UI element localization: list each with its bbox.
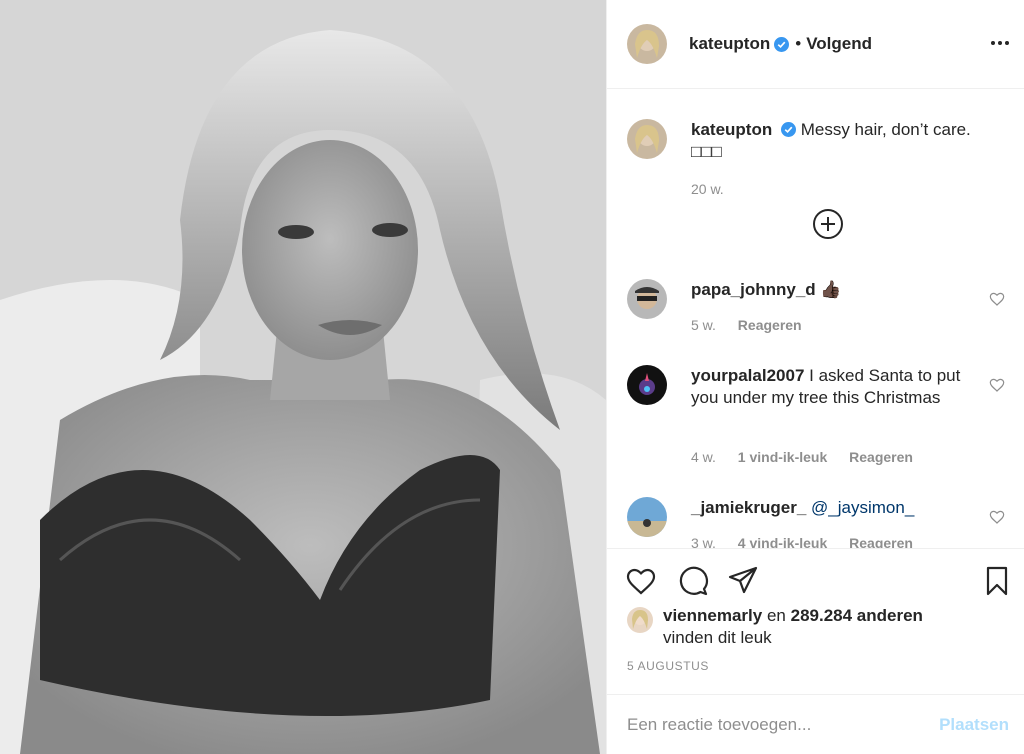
reply-button[interactable]: Reageren: [849, 449, 913, 465]
likes-suffix: vinden dit leuk: [663, 628, 772, 647]
commenter-avatar[interactable]: [627, 365, 667, 405]
reply-button[interactable]: Reageren: [738, 317, 802, 333]
comment-likes[interactable]: 4 vind-ik-leuk: [738, 535, 827, 548]
author-avatar[interactable]: [627, 24, 667, 64]
reply-button[interactable]: Reageren: [849, 535, 913, 548]
more-horizontal-icon[interactable]: [989, 32, 1011, 54]
comment-item: yourpalal2007 I asked Santa to put you u…: [627, 365, 1007, 465]
caption-body: kateupton Messy hair, don’t care. □□□: [691, 119, 991, 163]
caption-username[interactable]: kateupton: [691, 120, 772, 139]
caption-text: Messy hair, don’t care.: [800, 120, 971, 139]
follow-status-button[interactable]: Volgend: [806, 34, 872, 54]
commenter-avatar[interactable]: [627, 497, 667, 537]
comment-mention[interactable]: @_jaysimon_: [811, 498, 914, 517]
caption-meta: 20 w.: [691, 181, 742, 197]
heart-icon[interactable]: [989, 291, 1005, 307]
caption-emoji-line: □□□: [691, 142, 722, 161]
liker-avatar[interactable]: [627, 607, 653, 633]
commenter-avatar[interactable]: [627, 279, 667, 319]
comment-text: 👍🏿: [820, 280, 842, 299]
comment-meta: 4 w. 1 vind-ik-leuk Reageren: [691, 449, 931, 465]
post-comment-button[interactable]: Plaatsen: [939, 715, 1009, 735]
post-actions: viennemarly en 289.284 anderen vinden di…: [607, 548, 1024, 698]
heart-icon[interactable]: [625, 565, 657, 597]
likes-text: viennemarly en 289.284 anderen vinden di…: [663, 605, 923, 649]
comment-likes[interactable]: 1 vind-ik-leuk: [738, 449, 827, 465]
post-header: kateupton • Volgend: [607, 0, 1024, 89]
plus-circle-icon[interactable]: [812, 208, 844, 240]
likes-count[interactable]: 289.284 anderen: [791, 606, 923, 625]
portrait-image: [0, 0, 606, 754]
comment-item: _jamiekruger_ @_jaysimon_ 3 w. 4 vind-ik…: [627, 497, 1007, 548]
comment-time[interactable]: 5 w.: [691, 317, 716, 333]
comment-username[interactable]: yourpalal2007: [691, 366, 804, 385]
paper-plane-icon[interactable]: [727, 565, 759, 597]
comment-time[interactable]: 4 w.: [691, 449, 716, 465]
add-comment-bar: Plaatsen: [607, 694, 1024, 754]
comment-item: papa_johnny_d 👍🏿 5 w. Reageren: [627, 279, 1007, 339]
bookmark-icon[interactable]: [981, 565, 1013, 597]
verified-badge-icon: [774, 36, 790, 52]
post-details-panel: kateupton • Volgend kateupton Messy hair…: [606, 0, 1024, 754]
verified-badge-icon: [780, 122, 796, 137]
liker-username[interactable]: viennemarly: [663, 606, 762, 625]
comment-bubble-icon[interactable]: [677, 565, 709, 597]
comment-username[interactable]: _jamiekruger_: [691, 498, 806, 517]
comment-time[interactable]: 3 w.: [691, 535, 716, 548]
caption-time[interactable]: 20 w.: [691, 181, 724, 197]
comment-body: _jamiekruger_ @_jaysimon_: [691, 497, 991, 519]
comment-body: papa_johnny_d 👍🏿: [691, 279, 991, 301]
heart-icon[interactable]: [989, 509, 1005, 525]
author-username[interactable]: kateupton: [689, 34, 770, 54]
comments-list[interactable]: kateupton Messy hair, don’t care. □□□ 20…: [607, 89, 1024, 548]
caption-avatar[interactable]: [627, 119, 667, 159]
post-photo[interactable]: [0, 0, 606, 754]
comment-meta: 3 w. 4 vind-ik-leuk Reageren: [691, 535, 931, 548]
comment-body: yourpalal2007 I asked Santa to put you u…: [691, 365, 991, 409]
comment-meta: 5 w. Reageren: [691, 317, 820, 333]
heart-icon[interactable]: [989, 377, 1005, 393]
comment-username[interactable]: papa_johnny_d: [691, 280, 816, 299]
comment-input[interactable]: [627, 714, 940, 735]
separator-dot: •: [795, 34, 802, 53]
likes-conj: en: [766, 606, 786, 625]
post-date[interactable]: 5 AUGUSTUS: [627, 659, 709, 673]
